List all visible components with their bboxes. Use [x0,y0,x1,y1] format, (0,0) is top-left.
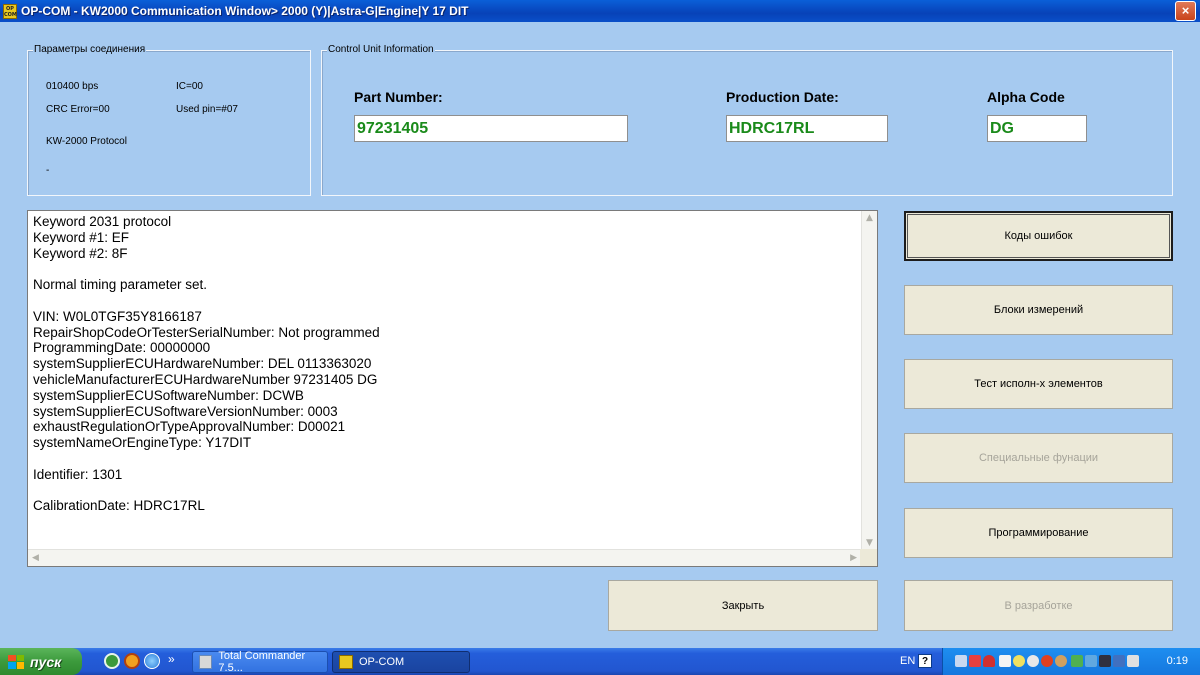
close-window-button[interactable]: × [1175,1,1196,21]
log-line: RepairShopCodeOrTesterSerialNumber: Not … [33,324,380,340]
used-pin: Used pin=#07 [176,104,238,115]
scroll-corner [860,549,877,566]
tray-shield-icon[interactable] [983,655,995,667]
connection-params-group: Параметры соединения 010400 bps IC=00 CR… [27,44,311,196]
log-line: Keyword #2: 8F [33,245,128,261]
taskbar: пуск » Total Commander 7.5... OP-COM EN … [0,648,1200,675]
log-line: Keyword 2031 protocol [33,214,172,229]
measure-blocks-button[interactable]: Блоки измерений [904,285,1173,335]
taskbar-item-total-commander[interactable]: Total Commander 7.5... [192,650,328,674]
task-label-total-commander: Total Commander 7.5... [218,650,306,674]
horizontal-scrollbar[interactable]: ◀ ▶ [28,549,861,566]
tray-tools-icon[interactable] [1085,655,1097,667]
help-icon[interactable]: ? [918,654,932,668]
windows-logo-icon [8,654,24,669]
tray-app-icon[interactable] [1113,655,1125,667]
tray-sync-icon[interactable] [1071,655,1083,667]
tray-document-icon[interactable] [999,655,1011,667]
opcom-task-icon [339,655,353,669]
utorrent-icon[interactable] [104,653,120,669]
vertical-scrollbar[interactable]: ▲ ▼ [861,211,877,550]
error-codes-button[interactable]: Коды ошибок [904,211,1173,261]
scroll-right-icon[interactable]: ▶ [850,553,857,563]
log-line: vehicleManufacturerECUHardwareNumber 972… [33,371,378,387]
task-label-opcom: OP-COM [359,656,405,668]
log-line: exhaustRegulationOrTypeApprovalNumber: D… [33,419,346,435]
scroll-left-icon[interactable]: ◀ [32,553,39,563]
programming-button[interactable]: Программирование [904,508,1173,558]
alpha-code-field[interactable]: DG [987,115,1087,142]
actuator-test-button[interactable]: Тест исполн-х элементов [904,359,1173,409]
quicklaunch-overflow-icon[interactable]: » [168,652,175,666]
tray-display-icon[interactable] [1099,655,1111,667]
part-number-field[interactable]: 97231405 [354,115,628,142]
opcom-app-icon: OP COM [3,3,17,19]
system-tray: 0:19 [942,648,1200,675]
start-button[interactable]: пуск [0,648,82,675]
ecu-info-log[interactable]: Keyword 2031 protocol Keyword #1: EF Keywo… [27,210,878,567]
start-label: пуск [30,653,62,670]
log-line: CalibrationDate: HDRC17RL [33,498,205,514]
crc-error: CRC Error=00 [46,104,110,115]
scroll-down-icon[interactable]: ▼ [866,538,873,548]
tray-bulb-icon[interactable] [1013,655,1025,667]
baud-rate: 010400 bps [46,81,99,92]
scroll-up-icon[interactable]: ▲ [866,213,873,223]
production-date-field[interactable]: HDRC17RL [726,115,888,142]
connection-group-title: Параметры соединения [33,44,147,55]
ic-value: IC=00 [176,81,203,92]
tray-stop-icon[interactable] [1041,655,1053,667]
connection-extra: - [46,165,50,176]
log-line: Normal timing parameter set. [33,277,208,293]
special-functions-button[interactable]: Специальные фунации [904,433,1173,483]
tray-monitor-icon[interactable] [969,655,981,667]
close-button[interactable]: Закрыть [608,580,878,631]
log-line: systemSupplierECUHardwareNumber: DEL 011… [33,356,372,372]
protocol-name: KW-2000 Protocol [46,136,127,147]
total-commander-icon [199,655,213,669]
part-number-label: Part Number: [354,89,443,105]
control-unit-group-title: Control Unit Information [327,44,435,55]
log-line: VIN: W0L0TGF35Y8166187 [33,308,202,324]
language-indicator[interactable]: EN [900,655,915,667]
opera-icon[interactable] [124,653,140,669]
tray-volume-icon[interactable] [1127,655,1139,667]
production-date-label: Production Date: [726,89,839,105]
clock: 0:19 [1166,655,1188,667]
tray-globe-icon[interactable] [1027,655,1039,667]
window-title: OP-COM - KW2000 Communication Window> 20… [21,4,469,18]
browser-icon[interactable] [144,653,160,669]
log-line: Keyword #1: EF [33,229,130,245]
log-line: systemNameOrEngineType: Y17DIT [33,435,252,451]
title-bar[interactable]: OP COM OP-COM - KW2000 Communication Win… [0,0,1200,22]
alpha-code-label: Alpha Code [987,89,1065,105]
in-development-button[interactable]: В разработке [904,580,1173,631]
tray-disk-icon[interactable] [1055,655,1067,667]
log-line: ProgrammingDate: 00000000 [33,340,211,356]
log-line: Identifier: 1301 [33,466,123,482]
log-line: systemSupplierECUSoftwareVersionNumber: … [33,403,338,419]
tray-network-icon[interactable] [955,655,967,667]
control-unit-info-group: Control Unit Information Part Number: 97… [321,44,1173,196]
log-line: systemSupplierECUSoftwareNumber: DCWB [33,387,304,403]
log-text: Keyword 2031 protocol Keyword #1: EF Keywo… [33,214,859,514]
taskbar-item-opcom[interactable]: OP-COM [332,651,470,673]
